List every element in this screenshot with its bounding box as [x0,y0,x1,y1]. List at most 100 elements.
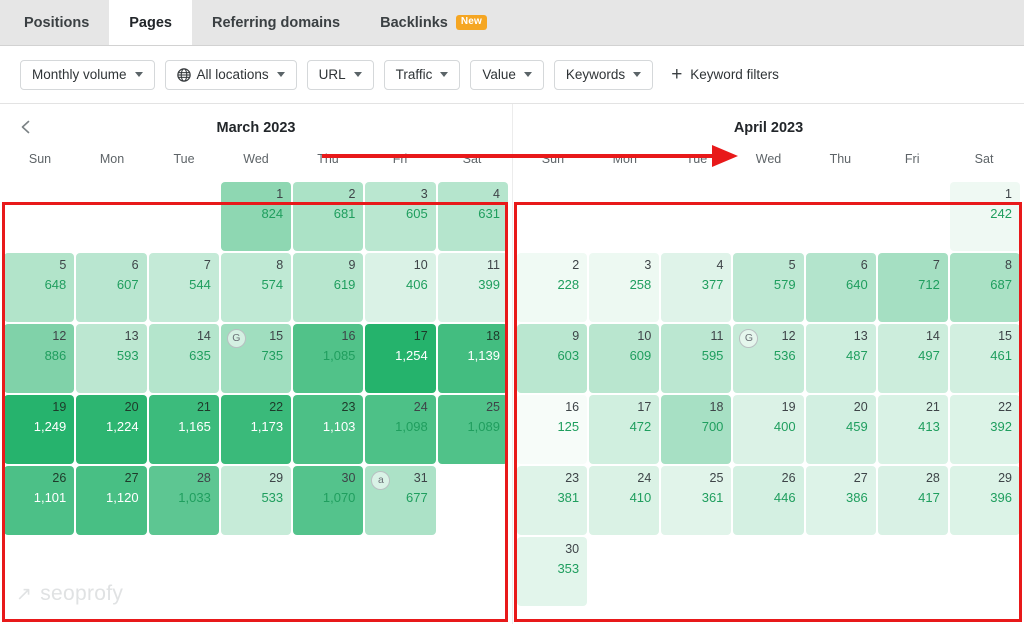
calendar-day-cell[interactable]: 3 605 [365,182,436,251]
calendar-day-cell[interactable]: 3 258 [589,253,660,322]
day-value: 640 [846,277,868,293]
day-value: 381 [557,490,580,506]
calendar-day-cell[interactable]: 19 1,249 [4,395,75,464]
calendar-day-cell[interactable]: 18 700 [661,395,732,464]
tab-pages[interactable]: Pages [109,0,192,45]
calendar-day-cell[interactable]: 11 595 [661,324,732,393]
calendar-day-cell[interactable]: G 15 735 [220,324,292,393]
calendar-day-cell[interactable]: 21 1,165 [148,395,219,464]
calendar-day-cell[interactable]: 7 544 [148,253,219,322]
calendar-day-cell[interactable]: a 31 677 [365,466,436,535]
day-value: 1,098 [395,419,428,435]
calendar-day-cell[interactable]: 29 396 [949,466,1020,535]
calendar-day-cell[interactable]: 4 631 [437,182,508,251]
calendar-day-cell[interactable]: 20 1,224 [76,395,147,464]
day-value: 406 [406,277,428,293]
calendar-day-cell[interactable]: 5 648 [4,253,75,322]
prev-month-button[interactable] [18,119,36,137]
calendar-day-cell[interactable]: 14 635 [148,324,219,393]
calendar-day-cell[interactable]: 10 609 [589,324,660,393]
day-value: 1,249 [33,419,67,435]
day-number: 26 [781,471,796,485]
day-number: 10 [413,258,428,272]
calendar-day-cell[interactable]: 4 377 [661,253,732,322]
calendar-day-cell[interactable]: 6 607 [76,253,147,322]
calendar-cell-empty [661,182,731,251]
calendar-day-cell[interactable]: 25 1,089 [437,395,508,464]
calendar-day-cell[interactable]: 6 640 [805,253,876,322]
calendar-day-cell[interactable]: 7 712 [877,253,948,322]
calendar-day-cell[interactable]: 9 603 [517,324,588,393]
calendar-day-cell[interactable]: 30 1,070 [293,466,364,535]
filter-all-locations[interactable]: All locations [164,59,297,90]
calendar-day-cell[interactable]: 26 1,101 [4,466,75,535]
calendar-day-cell[interactable]: 15 461 [949,324,1020,393]
calendar-day-cell[interactable]: 5 579 [733,253,804,322]
calendar-day-cell[interactable]: 1 242 [949,182,1020,251]
filter-url[interactable]: URL [306,59,374,90]
calendar-day-cell[interactable]: 17 1,254 [365,324,436,393]
filter-monthly-volume[interactable]: Monthly volume [20,59,155,90]
calendar-day-cell[interactable]: 8 687 [949,253,1020,322]
calendar-day-cell[interactable]: 26 446 [733,466,804,535]
chevron-down-icon [440,72,449,77]
calendar-day-cell[interactable]: 2 681 [293,182,364,251]
filter-traffic[interactable]: Traffic [383,59,461,90]
calendar-day-cell[interactable]: 23 381 [517,466,588,535]
filter-keywords[interactable]: Keywords [553,59,654,90]
calendar-day-cell[interactable]: 25 361 [661,466,732,535]
tab-referring-domains[interactable]: Referring domains [192,0,360,45]
calendar-day-cell[interactable]: 10 406 [365,253,436,322]
calendar-day-cell[interactable]: 11 399 [437,253,508,322]
calendar-day-cell[interactable]: 29 533 [220,466,292,535]
calendar-day-cell[interactable]: 28 1,033 [148,466,219,535]
google-update-icon[interactable]: G [226,329,246,348]
google-update-icon[interactable]: G [739,329,759,348]
day-value: 1,139 [467,348,500,364]
algo-update-icon[interactable]: a [371,471,391,490]
calendar-day-cell[interactable]: 9 619 [293,253,364,322]
calendar-day-cell[interactable]: 1 824 [220,182,292,251]
filter-value[interactable]: Value [470,59,544,90]
calendar-day-cell[interactable]: 13 487 [805,324,876,393]
day-value: 1,173 [250,419,284,435]
calendar-day-cell[interactable]: 20 459 [805,395,876,464]
calendar-day-cell[interactable]: 19 400 [733,395,804,464]
calendar-day-cell[interactable]: 28 417 [877,466,948,535]
calendar-day-cell[interactable]: 8 574 [220,253,292,322]
day-value: 609 [629,348,652,364]
day-number: 17 [637,400,652,414]
calendar-day-cell[interactable]: 18 1,139 [437,324,508,393]
calendar-day-cell[interactable]: 2 228 [517,253,588,322]
day-number: 14 [196,329,211,343]
calendar-day-cell[interactable]: 12 886 [4,324,75,393]
day-number: 27 [853,471,868,485]
tab-backlinks[interactable]: Backlinks New [360,0,507,45]
calendar-day-cell[interactable]: 16 125 [517,395,588,464]
calendar-day-cell[interactable]: 22 1,173 [220,395,292,464]
calendar-day-cell[interactable]: G 12 536 [733,324,804,393]
calendar-day-cell[interactable]: 22 392 [949,395,1020,464]
add-keyword-filters-button[interactable]: + Keyword filters [671,65,779,84]
calendar-day-cell[interactable]: 13 593 [76,324,147,393]
calendar-day-cell[interactable]: 30 353 [517,537,588,606]
calendar-day-cell[interactable]: 23 1,103 [293,395,364,464]
calendar-day-cell[interactable]: 17 472 [589,395,660,464]
calendar-day-cell[interactable]: 27 1,120 [76,466,147,535]
calendar-day-cell[interactable]: 27 386 [805,466,876,535]
tab-positions[interactable]: Positions [4,0,109,45]
day-number: 28 [925,471,940,485]
day-value: 125 [557,419,580,435]
calendar-day-cell[interactable]: 24 410 [589,466,660,535]
calendar-day-cell[interactable]: 14 497 [877,324,948,393]
day-number: 30 [341,471,356,485]
calendar-day-cell[interactable]: 16 1,085 [293,324,364,393]
weekday-wed: Wed [755,152,782,166]
day-value: 446 [773,490,796,506]
calendar-day-cell[interactable]: 21 413 [877,395,948,464]
day-value: 228 [557,277,580,293]
day-number: 3 [420,187,428,201]
day-number: 23 [565,471,580,485]
day-number: 2 [572,258,580,272]
calendar-day-cell[interactable]: 24 1,098 [365,395,436,464]
